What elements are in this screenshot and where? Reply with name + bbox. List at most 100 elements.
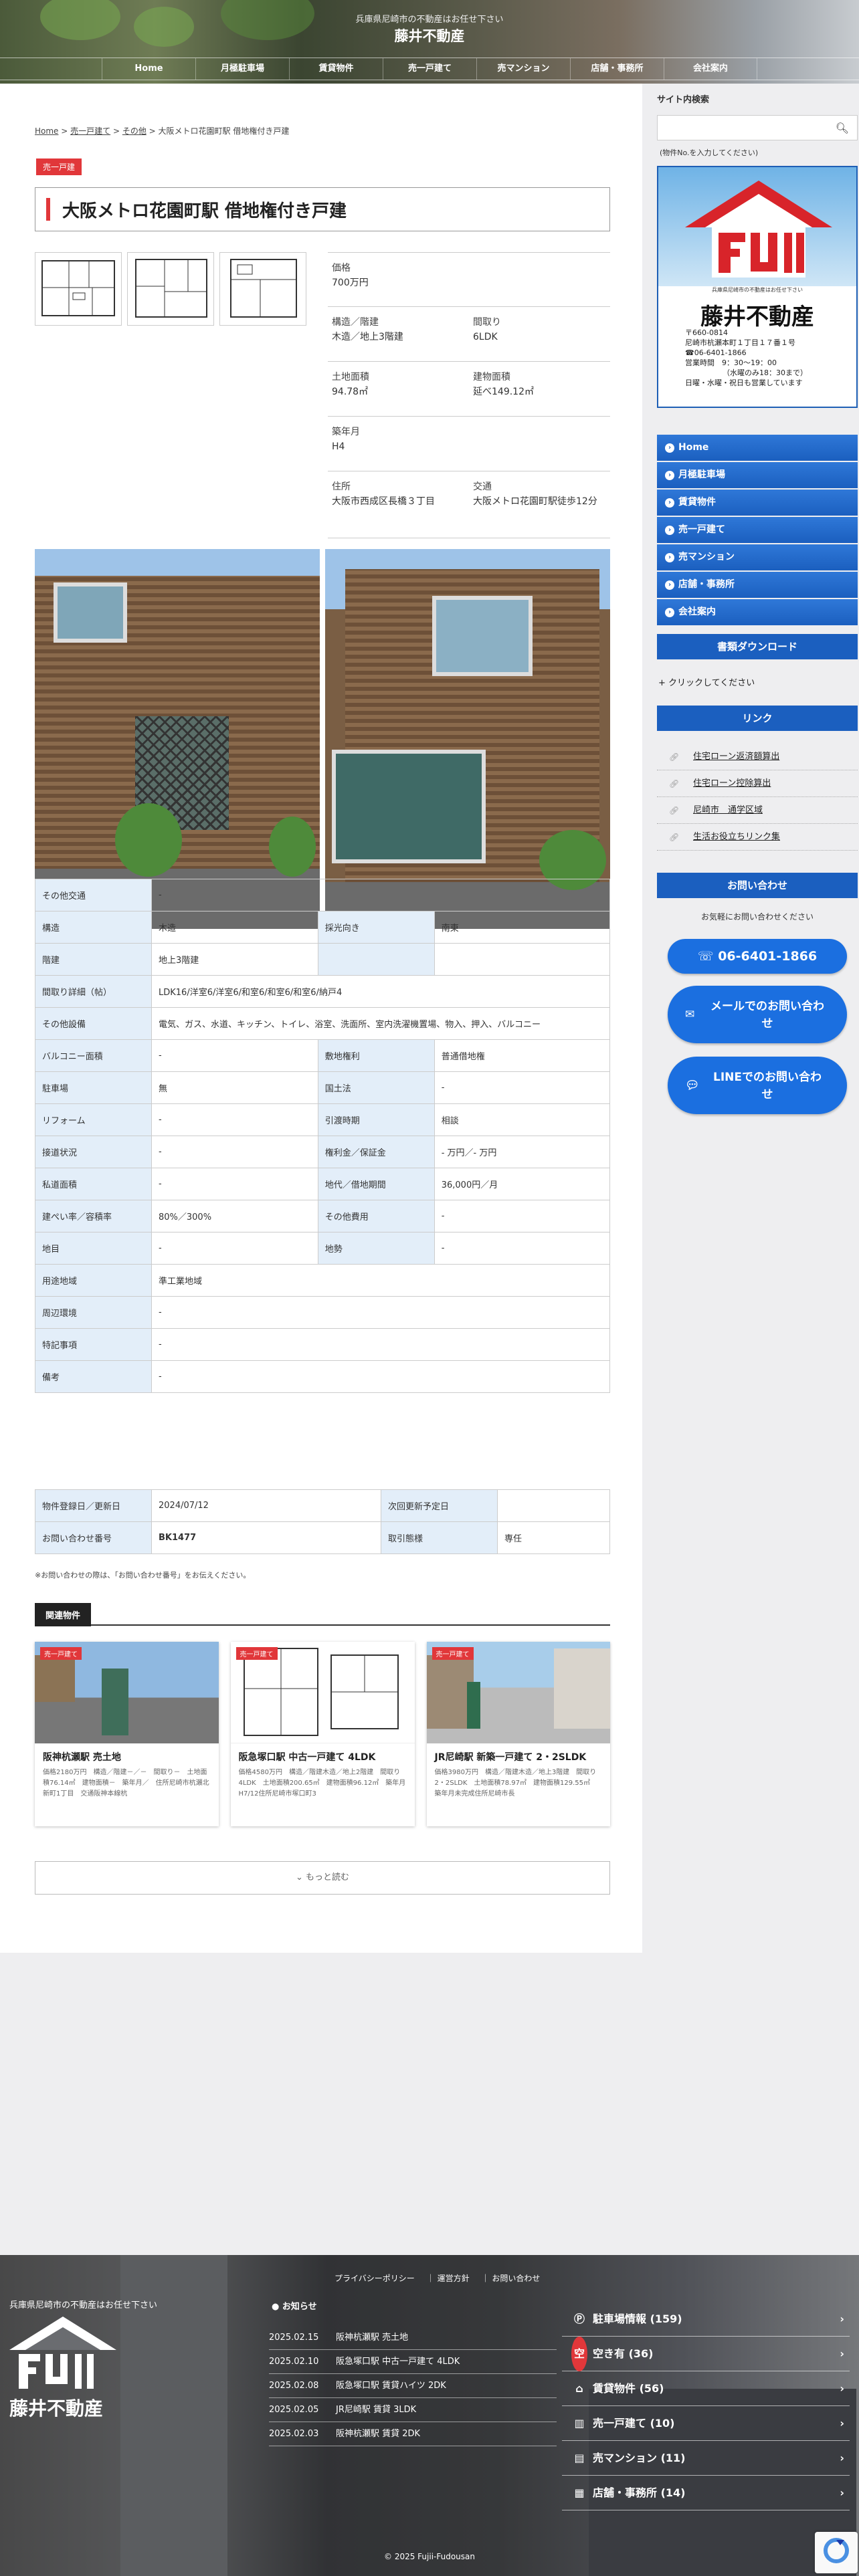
inquiry-note: ※お問い合わせの際は、「お問い合わせ番号」をお伝えください。 bbox=[35, 1571, 251, 1580]
detail-key: 地代／借地期間 bbox=[317, 1168, 435, 1200]
site-title[interactable]: 藤井不動産 bbox=[0, 25, 859, 45]
nav-home[interactable]: Home bbox=[102, 58, 195, 80]
sidebar-item-store[interactable]: › 店舗・事務所 bbox=[657, 572, 858, 598]
floor-plan-1f[interactable] bbox=[35, 252, 122, 326]
detail-key: 備考 bbox=[35, 1360, 152, 1393]
link-item[interactable]: 🔗︎ 住宅ローン返済額算出 bbox=[657, 744, 858, 770]
store-icon: ▦ bbox=[574, 2486, 585, 2499]
company-card[interactable]: 兵庫県尼崎市の不動産はお任せ下さい 藤井不動産 〒660-0814 尼崎市杭瀬本… bbox=[657, 166, 858, 408]
detail-key: 権利金／保証金 bbox=[317, 1136, 435, 1168]
news-title[interactable]: 阪神杭瀬駅 賃貸 2DK bbox=[336, 2422, 420, 2446]
download-link[interactable]: + クリックしてください bbox=[658, 675, 755, 688]
link-item[interactable]: 🔗︎ 尼崎市 通学区域 bbox=[657, 797, 858, 824]
nav-store[interactable]: 店舗・事務所 bbox=[570, 58, 664, 80]
nav-house[interactable]: 売一戸建て bbox=[383, 58, 476, 80]
company-zip: 〒660-0814 bbox=[685, 328, 728, 337]
footer-cat-label: 売一戸建て (10) bbox=[593, 2417, 675, 2430]
property-meta-table: 物件登録日／更新日 2024/07/12 次回更新予定日 お問い合わせ番号 BK147… bbox=[35, 1489, 611, 1554]
tel-button[interactable]: ☏ 06-6401-1866 bbox=[668, 939, 847, 974]
detail-key bbox=[317, 943, 435, 976]
detail-value: - bbox=[151, 1039, 318, 1072]
sidebar-item-company[interactable]: › 会社案内 bbox=[657, 599, 858, 625]
news-item[interactable]: 2025.02.15 阪神杭瀬駅 売土地 bbox=[269, 2326, 557, 2350]
footer-cat-store[interactable]: ▦ 店舗・事務所 (14) › bbox=[562, 2476, 850, 2510]
related-card-image[interactable]: 売一戸建て bbox=[426, 1642, 610, 1743]
nav-mansion[interactable]: 売マンション bbox=[476, 58, 570, 80]
news-item[interactable]: 2025.02.03 阪神杭瀬駅 賃貸 2DK bbox=[269, 2422, 557, 2446]
spec-label: 築年月 bbox=[332, 427, 360, 437]
detail-value: - bbox=[151, 1360, 610, 1393]
footer-link-privacy[interactable]: プライバシーポリシー bbox=[335, 2274, 415, 2283]
news-title[interactable]: 阪急塚口駅 中古一戸建て 4LDK bbox=[336, 2350, 460, 2373]
breadcrumb-sep: > bbox=[146, 126, 159, 136]
read-more-button[interactable]: ⌄ もっと読む bbox=[35, 1861, 610, 1895]
sidebar-item-home[interactable]: › Home bbox=[657, 435, 858, 461]
news-title[interactable]: 阪神杭瀬駅 売土地 bbox=[336, 2326, 408, 2349]
footer-cat-house[interactable]: ▥ 売一戸建て (10) › bbox=[562, 2406, 850, 2441]
spec-layout: 6LDK bbox=[473, 332, 498, 342]
footer-link-contact[interactable]: ｜ お問い合わせ bbox=[482, 2274, 541, 2283]
sidebar-item-house[interactable]: › 売一戸建て bbox=[657, 517, 858, 543]
nav-company[interactable]: 会社案内 bbox=[664, 58, 757, 80]
meta-value bbox=[496, 1489, 611, 1522]
sidebar-item-parking[interactable]: › 月極駐車場 bbox=[657, 462, 858, 488]
link-label[interactable]: 住宅ローン控除算出 bbox=[693, 778, 771, 788]
spec-land-area: 94.78㎡ bbox=[332, 387, 369, 397]
news-item[interactable]: 2025.02.05 JR尼崎駅 賃貸 3LDK bbox=[269, 2398, 557, 2422]
related-card-title[interactable]: 阪神杭瀬駅 売土地 bbox=[35, 1743, 219, 1767]
footer-cat-vacancy[interactable]: 空空き有 (36) › bbox=[562, 2337, 850, 2371]
meta-key: 取引態様 bbox=[380, 1521, 498, 1554]
related-card-image[interactable]: 売一戸建て bbox=[230, 1642, 415, 1743]
link-label[interactable]: 尼崎市 通学区域 bbox=[693, 805, 763, 815]
news-title[interactable]: JR尼崎駅 賃貸 3LDK bbox=[336, 2398, 416, 2422]
footer-cat-parking[interactable]: Ⓟ 駐車場情報 (159) › bbox=[562, 2302, 850, 2337]
related-card-tag: 売一戸建て bbox=[432, 1647, 474, 1660]
search-input[interactable]: 🔍︎ bbox=[657, 115, 858, 140]
related-card[interactable]: 売一戸建て JR尼崎駅 新築一戸建て 2・2SLDK 価格3980万円 構造／階… bbox=[426, 1642, 611, 1826]
search-heading: サイト内検索 bbox=[657, 95, 710, 105]
detail-value: - bbox=[151, 1168, 318, 1200]
sidebar-item-mansion[interactable]: › 売マンション bbox=[657, 544, 858, 570]
related-card[interactable]: 売一戸建て 阪急塚口駅 中古一戸建て 4LDK 価格4580万円 構造／階建木造… bbox=[230, 1642, 415, 1826]
line-button[interactable]: 💬︎ LINEでのお問い合わせ bbox=[668, 1057, 847, 1114]
nav-rental[interactable]: 賃貸物件 bbox=[289, 58, 383, 80]
mail-button[interactable]: ✉ メールでのお問い合わせ bbox=[668, 986, 847, 1043]
related-card-title[interactable]: 阪急塚口駅 中古一戸建て 4LDK bbox=[231, 1743, 415, 1767]
floor-plan-2f[interactable] bbox=[127, 252, 214, 326]
news-item[interactable]: 2025.02.10 阪急塚口駅 中古一戸建て 4LDK bbox=[269, 2350, 557, 2374]
footer-cat-mansion[interactable]: ▤ 売マンション (11) › bbox=[562, 2441, 850, 2476]
link-label[interactable]: 生活お役立ちリンク集 bbox=[693, 832, 780, 842]
detail-value: - bbox=[151, 879, 610, 911]
related-card-desc: 価格2180万円 構造／階建－／－ 間取り－ 土地面積76.14㎡ 建物面積－ … bbox=[43, 1769, 209, 1798]
detail-key: 地目 bbox=[35, 1232, 152, 1265]
breadcrumb-home[interactable]: Home bbox=[35, 126, 58, 136]
floor-plan-3f[interactable] bbox=[219, 252, 306, 326]
news-item[interactable]: 2025.02.08 阪急塚口駅 賃貸ハイツ 2DK bbox=[269, 2374, 557, 2398]
footer-cat-rental[interactable]: ⌂ 賃貸物件 (56) › bbox=[562, 2371, 850, 2406]
chevron-right-icon: › bbox=[665, 498, 674, 508]
breadcrumb-other[interactable]: その他 bbox=[122, 126, 147, 136]
property-photo-2[interactable] bbox=[325, 549, 610, 929]
detail-value: - bbox=[151, 1136, 318, 1168]
search-icon[interactable]: 🔍︎ bbox=[836, 122, 849, 134]
recaptcha-badge[interactable] bbox=[815, 2532, 858, 2573]
sidebar-item-rental[interactable]: › 賃貸物件 bbox=[657, 490, 858, 516]
footer-cat-label: 店舗・事務所 (14) bbox=[593, 2486, 686, 2499]
footer-link-policy[interactable]: ｜ 運営方針 bbox=[427, 2274, 470, 2283]
detail-key: 周辺環境 bbox=[35, 1296, 152, 1329]
nav-parking[interactable]: 月極駐車場 bbox=[195, 58, 289, 80]
property-photo-1[interactable] bbox=[35, 549, 320, 929]
link-label[interactable]: 住宅ローン返済額算出 bbox=[693, 752, 779, 762]
building-icon: ▤ bbox=[574, 2452, 585, 2464]
related-card[interactable]: 売一戸建て 阪神杭瀬駅 売土地 価格2180万円 構造／階建－／－ 間取り－ 土… bbox=[35, 1642, 219, 1826]
detail-key: 接道状況 bbox=[35, 1136, 152, 1168]
meta-value: 2024/07/12 bbox=[151, 1489, 381, 1522]
related-card-title[interactable]: JR尼崎駅 新築一戸建て 2・2SLDK bbox=[427, 1743, 611, 1767]
news-title[interactable]: 阪急塚口駅 賃貸ハイツ 2DK bbox=[336, 2374, 446, 2397]
spec-price: 700万円 bbox=[332, 278, 369, 288]
related-card-image[interactable]: 売一戸建て bbox=[35, 1642, 219, 1743]
footer-cat-label: 駐車場情報 (159) bbox=[593, 2313, 682, 2325]
breadcrumb-house[interactable]: 売一戸建て bbox=[70, 126, 110, 136]
link-item[interactable]: 🔗︎ 住宅ローン控除算出 bbox=[657, 770, 858, 797]
link-item[interactable]: 🔗︎ 生活お役立ちリンク集 bbox=[657, 824, 858, 851]
